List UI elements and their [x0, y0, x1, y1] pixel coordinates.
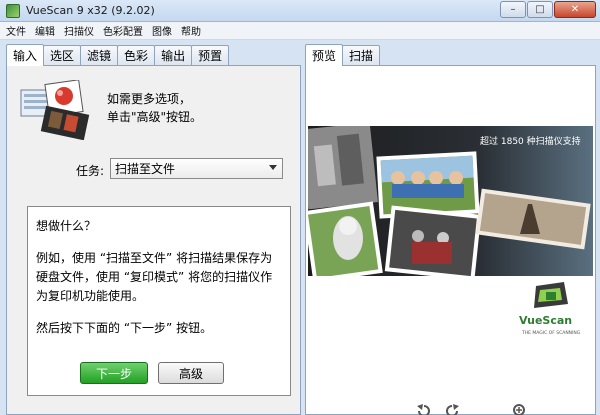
menu-bar: 文件 编辑 扫描仪 色彩配置 图像 帮助: [0, 22, 600, 40]
menu-help[interactable]: 帮助: [181, 23, 201, 38]
right-panel: 预览 扫描 超过 1850 种扫描仪支持 VueScan THE MAGIC O…: [305, 44, 596, 415]
tab-scan[interactable]: 扫描: [342, 45, 381, 65]
minimize-button[interactable]: –: [500, 1, 526, 18]
window-controls: – □ ✕: [499, 1, 596, 19]
menu-edit[interactable]: 编辑: [35, 23, 55, 38]
tab-crop[interactable]: 选区: [43, 45, 82, 65]
tab-color[interactable]: 色彩: [117, 45, 156, 65]
preview-toolbar: [415, 402, 529, 415]
menu-image[interactable]: 图像: [152, 23, 172, 38]
tab-filter[interactable]: 滤镜: [80, 45, 119, 65]
left-tabs: 输入 选区 滤镜 色彩 输出 预置: [6, 44, 301, 66]
right-tabs: 预览 扫描: [305, 44, 596, 66]
task-select-value: 扫描至文件: [115, 162, 176, 176]
scanner-photos-icon: [20, 80, 90, 140]
tab-output[interactable]: 输出: [154, 45, 193, 65]
app-icon: [6, 4, 20, 18]
tab-prefs[interactable]: 预置: [191, 45, 230, 65]
close-button[interactable]: ✕: [554, 1, 596, 18]
next-button[interactable]: 下一步: [80, 362, 148, 384]
zoom-in-icon[interactable]: [511, 402, 529, 415]
logo-text: VueScan: [519, 314, 572, 327]
task-select[interactable]: 扫描至文件: [110, 158, 283, 179]
menu-scanner[interactable]: 扫描仪: [64, 23, 94, 38]
hint-line-2: 单击"高级"按钮。: [107, 110, 203, 124]
input-tab-content: 如需更多选项， 单击"高级"按钮。 任务: 扫描至文件 想做什么？ 例如，使用 …: [6, 65, 301, 415]
tab-input[interactable]: 输入: [6, 44, 45, 66]
description-instruction: 然后按下下面的 “下一步” 按钮。: [36, 321, 213, 335]
preview-area: 超过 1850 种扫描仪支持 VueScan THE MAGIC OF SCAN…: [305, 65, 596, 415]
rotate-right-icon[interactable]: [443, 402, 461, 415]
description-question: 想做什么？: [36, 219, 97, 233]
preview-collage-image: 超过 1850 种扫描仪支持: [308, 126, 593, 276]
rotate-left-icon[interactable]: [415, 402, 433, 415]
hint-text: 如需更多选项， 单击"高级"按钮。: [107, 90, 202, 126]
description-example: 例如，使用 “扫描至文件” 将扫描结果保存为硬盘文件，使用 “复印模式” 将您的…: [36, 251, 273, 303]
advanced-button[interactable]: 高级: [158, 362, 224, 384]
title-bar: VueScan 9 x32 (9.2.02) – □ ✕: [0, 0, 600, 22]
chevron-down-icon: [269, 165, 277, 170]
vuescan-logo: VueScan THE MAGIC OF SCANNING: [519, 282, 581, 336]
tab-preview[interactable]: 预览: [305, 44, 344, 66]
hint-line-1: 如需更多选项，: [107, 92, 192, 106]
logo-tagline: THE MAGIC OF SCANNING: [521, 330, 581, 336]
preview-banner-text: 超过 1850 种扫描仪支持: [480, 135, 581, 147]
left-panel: 输入 选区 滤镜 色彩 输出 预置 如需更多选项， 单击"高级"按钮。 任务: …: [6, 44, 301, 415]
maximize-button[interactable]: □: [527, 1, 553, 18]
menu-color-profile[interactable]: 色彩配置: [103, 23, 143, 38]
task-label: 任务:: [76, 164, 105, 178]
menu-file[interactable]: 文件: [6, 23, 26, 38]
window-title: VueScan 9 x32 (9.2.02): [26, 4, 155, 17]
